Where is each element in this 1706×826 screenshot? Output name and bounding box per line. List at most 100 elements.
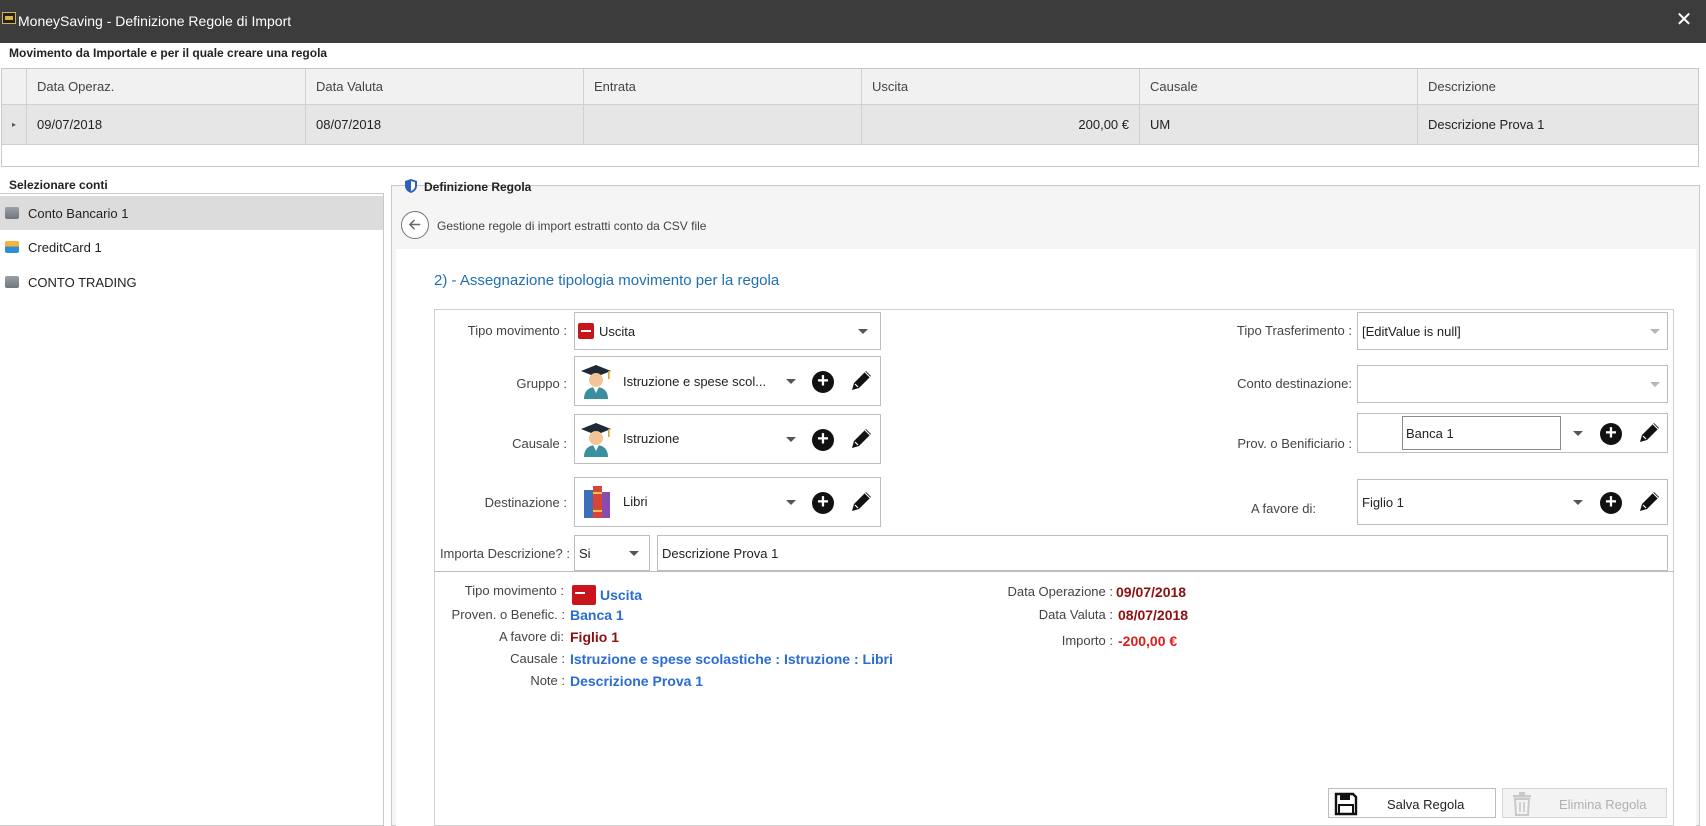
pencil-icon[interactable] xyxy=(848,489,874,515)
window-title: MoneySaving - Definizione Regole di Impo… xyxy=(18,13,292,29)
shield-icon xyxy=(405,179,417,193)
summary-causale-label: Causale : xyxy=(510,651,565,666)
cell-data-valuta[interactable]: 08/07/2018 xyxy=(306,105,584,144)
summary-importo-label: Importo : xyxy=(1061,633,1113,648)
pencil-icon[interactable] xyxy=(1636,489,1662,515)
summary-note-label: Note : xyxy=(530,673,565,688)
tipo-trasferimento-select[interactable]: [EditValue is null] xyxy=(1357,312,1668,350)
breadcrumb[interactable]: Gestione regole di import estratti conto… xyxy=(437,219,706,233)
summary-tipo-movimento-value: Uscita xyxy=(600,587,643,603)
summary-note-value: Descrizione Prova 1 xyxy=(570,673,704,689)
column-header-data-operaz[interactable]: Data Operaz. xyxy=(27,69,306,104)
summary-proven-label: Proven. o Benefic. : xyxy=(451,607,565,622)
summary-favore-value: Figlio 1 xyxy=(570,629,619,645)
chevron-down-icon[interactable] xyxy=(1573,500,1583,505)
summary-data-valuta-label: Data Valuta : xyxy=(1038,607,1113,622)
column-header-uscita[interactable]: Uscita xyxy=(862,69,1140,104)
grid-header: Data Operaz. Data Valuta Entrata Uscita … xyxy=(2,69,1698,105)
importa-descrizione-select[interactable]: Si xyxy=(574,535,650,571)
pencil-icon[interactable] xyxy=(848,426,874,452)
summary-favore-label: A favore di: xyxy=(498,629,564,644)
chevron-down-icon[interactable] xyxy=(1650,329,1660,334)
rule-caption: Definizione Regola xyxy=(424,180,532,194)
destinazione-select[interactable]: Libri + xyxy=(574,477,881,527)
conto-destinazione-select[interactable] xyxy=(1357,365,1668,403)
tipo-movimento-label: Tipo movimento : xyxy=(467,323,567,338)
chevron-down-icon[interactable] xyxy=(629,551,639,556)
cell-entrata[interactable] xyxy=(584,105,862,144)
cell-data-operaz[interactable]: 09/07/2018 xyxy=(27,105,306,144)
top-group-caption: Movimento da Importale e per il quale cr… xyxy=(9,46,328,60)
cell-descrizione[interactable]: Descrizione Prova 1 xyxy=(1418,105,1698,144)
destinazione-label: Destinazione : xyxy=(484,495,567,510)
column-header-entrata[interactable]: Entrata xyxy=(584,69,862,104)
pencil-icon[interactable] xyxy=(848,368,874,394)
chevron-down-icon[interactable] xyxy=(858,329,868,334)
gruppo-label: Gruppo : xyxy=(516,376,567,391)
list-item-creditcard-1[interactable]: CreditCard 1 xyxy=(0,230,383,264)
cell-uscita[interactable]: 200,00 € xyxy=(862,105,1140,144)
row-indicator-icon: ▸ xyxy=(2,105,27,144)
graduate-icon xyxy=(581,365,611,399)
gruppo-select[interactable]: Istruzione e spese scol... + xyxy=(574,356,881,406)
a-favore-di-value: Figlio 1 xyxy=(1362,495,1404,510)
importa-descrizione-label: Importa Descrizione? : xyxy=(439,546,570,561)
importa-descrizione-value: Si xyxy=(579,546,591,561)
column-header-data-valuta[interactable]: Data Valuta xyxy=(306,69,584,104)
tipo-movimento-select[interactable]: Uscita xyxy=(574,312,881,350)
list-item-conto-trading[interactable]: CONTO TRADING xyxy=(0,265,383,299)
causale-select[interactable]: Istruzione + xyxy=(574,414,881,464)
title-bar: MoneySaving - Definizione Regole di Impo… xyxy=(0,0,1706,43)
graduate-icon xyxy=(581,423,611,457)
summary-importo-value: -200,00 € xyxy=(1118,633,1178,649)
prov-beneficiario-select[interactable]: Banca 1 + xyxy=(1357,413,1668,453)
bank-icon xyxy=(5,276,19,288)
app-icon xyxy=(2,12,16,24)
chevron-down-icon[interactable] xyxy=(786,437,796,442)
trash-icon xyxy=(1513,792,1531,816)
bank-icon xyxy=(5,207,19,219)
add-destinazione-button[interactable]: + xyxy=(812,492,834,514)
delete-rule-label: Elimina Regola xyxy=(1559,797,1647,812)
chevron-down-icon[interactable] xyxy=(1573,431,1583,436)
add-beneficiario-button[interactable]: + xyxy=(1600,423,1622,445)
account-label: CONTO TRADING xyxy=(28,274,137,290)
accounts-caption: Selezionare conti xyxy=(9,178,108,192)
chevron-down-icon[interactable] xyxy=(786,500,796,505)
a-favore-di-select[interactable]: Figlio 1 + xyxy=(1357,479,1668,525)
chevron-down-icon[interactable] xyxy=(786,379,796,384)
summary-tipo-movimento-label: Tipo movimento : xyxy=(464,583,564,598)
save-rule-label: Salva Regola xyxy=(1387,797,1465,812)
add-causale-button[interactable]: + xyxy=(812,429,834,451)
pencil-icon[interactable] xyxy=(1636,420,1662,446)
a-favore-di-label: A favore di: xyxy=(1250,501,1316,516)
account-label: Conto Bancario 1 xyxy=(28,205,129,221)
back-arrow-icon[interactable] xyxy=(401,211,429,239)
minus-icon xyxy=(572,585,596,605)
tipo-trasferimento-label: Tipo Trasferimento : xyxy=(1236,323,1352,338)
list-item-conto-bancario-1[interactable]: Conto Bancario 1 xyxy=(0,196,383,230)
delete-rule-button[interactable]: Elimina Regola xyxy=(1502,788,1667,818)
add-favore-button[interactable]: + xyxy=(1600,492,1622,514)
causale-value: Istruzione xyxy=(623,431,680,446)
summary-proven-value: Banca 1 xyxy=(570,607,624,623)
save-rule-button[interactable]: Salva Regola xyxy=(1328,788,1496,818)
chevron-down-icon[interactable] xyxy=(1650,382,1660,387)
summary-data-valuta-value: 08/07/2018 xyxy=(1118,607,1189,623)
section-title: 2) - Assegnazione tipologia movimento pe… xyxy=(434,272,780,289)
cell-causale[interactable]: UM xyxy=(1140,105,1418,144)
destinazione-value: Libri xyxy=(623,494,648,509)
causale-label: Causale : xyxy=(512,436,567,451)
column-header-causale[interactable]: Causale xyxy=(1140,69,1418,104)
table-row[interactable]: ▸ 09/07/2018 08/07/2018 200,00 € UM Desc… xyxy=(2,105,1698,145)
books-icon xyxy=(584,486,610,518)
add-gruppo-button[interactable]: + xyxy=(812,371,834,393)
prov-beneficiario-label: Prov. o Benificiario : xyxy=(1237,436,1352,451)
descrizione-input[interactable]: Descrizione Prova 1 xyxy=(657,535,1668,571)
column-header-descrizione[interactable]: Descrizione xyxy=(1418,69,1698,104)
close-icon[interactable]: ✕ xyxy=(1672,8,1696,32)
account-label: CreditCard 1 xyxy=(28,239,102,255)
descrizione-input-value: Descrizione Prova 1 xyxy=(662,546,779,561)
conto-destinazione-label: Conto destinazione: xyxy=(1237,376,1352,391)
summary-data-operazione-label: Data Operazione : xyxy=(1007,584,1113,599)
